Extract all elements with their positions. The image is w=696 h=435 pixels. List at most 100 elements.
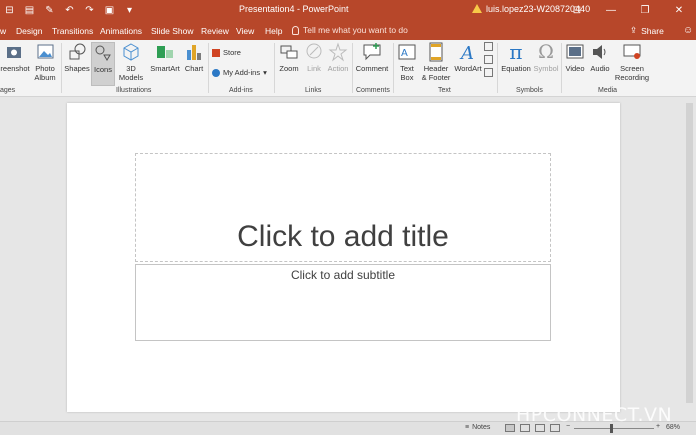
close-icon[interactable]: ✕: [662, 5, 696, 16]
addins-icon: [212, 68, 220, 77]
link-icon: [306, 43, 322, 59]
pi-icon: π: [509, 40, 523, 64]
chevron-down-icon: ▾: [263, 68, 267, 77]
group-media-label: Media: [598, 87, 618, 94]
scrollbar-thumb[interactable]: [686, 103, 693, 403]
feedback-smiley-icon[interactable]: ☺: [683, 25, 693, 36]
redo-icon[interactable]: ↷: [84, 5, 95, 16]
notes-label: Notes: [472, 424, 491, 431]
group-links-label: Links: [305, 87, 322, 94]
wordart-button[interactable]: A WordArt: [454, 42, 482, 86]
save-icon[interactable]: ▤: [24, 5, 35, 16]
slide-workspace: Click to add title Click to add subtitle: [0, 98, 696, 421]
action-icon: [328, 42, 348, 62]
title-bar: ⊟ ▤ ✎ ↶ ↷ ▣ ▾ Presentation4 - PowerPoint…: [0, 0, 696, 20]
slide-number-icon[interactable]: [484, 55, 493, 64]
lightbulb-icon: [292, 25, 299, 35]
normal-view-icon[interactable]: [505, 424, 515, 432]
screen-recording-button[interactable]: Screen Recording: [613, 42, 651, 86]
restore-icon[interactable]: ❐: [628, 5, 662, 16]
group-text-label: Text: [438, 87, 451, 94]
chart-button[interactable]: Chart: [182, 42, 206, 86]
tab-design[interactable]: Design: [16, 26, 42, 36]
photo-album-icon: [37, 44, 54, 59]
zoom-button[interactable]: Zoom: [277, 42, 301, 86]
video-button[interactable]: Video: [563, 42, 587, 86]
group-separator: [208, 43, 209, 93]
photo-album-button[interactable]: Photo Album: [31, 42, 59, 86]
tab-slide-show[interactable]: Slide Show: [151, 26, 194, 36]
screenshot-icon: [7, 47, 21, 58]
group-separator: [393, 43, 394, 93]
vertical-scrollbar[interactable]: [683, 98, 696, 421]
omega-icon: Ω: [538, 41, 554, 63]
undo-icon[interactable]: ↶: [64, 5, 75, 16]
symbol-button[interactable]: Ω Symbol: [533, 42, 559, 86]
present-icon[interactable]: ▣: [104, 5, 115, 16]
customize-icon[interactable]: ▾: [124, 5, 135, 16]
chart-icon: [187, 45, 201, 60]
share-icon: ⇪: [630, 25, 638, 35]
quick-access-toolbar: ⊟ ▤ ✎ ↶ ↷ ▣ ▾: [0, 0, 135, 20]
equation-button[interactable]: π Equation: [499, 42, 533, 86]
tab-transitions[interactable]: Transitions: [52, 26, 93, 36]
object-icon[interactable]: [484, 68, 493, 77]
zoom-icon: [280, 45, 298, 59]
smartart-button[interactable]: SmartArt: [148, 42, 182, 86]
link-button[interactable]: Link: [303, 42, 325, 86]
icons-button[interactable]: Icons: [91, 42, 115, 86]
group-comments-label: Comments: [356, 87, 390, 94]
text-box-icon: A: [398, 44, 416, 60]
tab-view[interactable]: View: [236, 26, 254, 36]
comment-button[interactable]: Comment: [354, 42, 390, 86]
minimize-icon[interactable]: —: [594, 5, 628, 16]
subtitle-placeholder[interactable]: Click to add subtitle: [135, 264, 551, 341]
notes-button[interactable]: ≡ Notes: [465, 424, 490, 431]
pen-icon[interactable]: ✎: [44, 5, 55, 16]
tab-help[interactable]: Help: [265, 26, 282, 36]
notes-icon: ≡: [465, 424, 470, 431]
subtitle-placeholder-text: Click to add subtitle: [290, 268, 396, 282]
group-separator: [497, 43, 498, 93]
zoom-slider[interactable]: [574, 428, 654, 429]
text-box-button[interactable]: A Text Box: [396, 42, 418, 86]
3d-models-button[interactable]: 3D Models: [116, 42, 146, 86]
group-symbols-label: Symbols: [516, 87, 543, 94]
group-separator: [274, 43, 275, 93]
title-placeholder-text: Click to add title: [237, 220, 449, 253]
tab-animations[interactable]: Animations: [100, 26, 142, 36]
wordart-icon: A: [459, 43, 474, 62]
header-footer-button[interactable]: Header & Footer: [419, 42, 453, 86]
tell-me-label: Tell me what you want to do: [303, 25, 408, 35]
audio-button[interactable]: Audio: [588, 42, 612, 86]
warning-icon: [472, 3, 482, 13]
ribbon-display-icon[interactable]: ⊡: [560, 5, 594, 16]
store-button[interactable]: Store: [212, 48, 241, 57]
ribbon-tabs: w Design Transitions Animations Slide Sh…: [0, 20, 696, 40]
icons-icon: [95, 45, 111, 61]
window-title: Presentation4 - PowerPoint: [239, 4, 349, 14]
store-icon: [212, 48, 220, 57]
share-button[interactable]: ⇪ Share: [630, 25, 664, 36]
group-addins-label: Add-ins: [229, 87, 253, 94]
screenshot-button[interactable]: reenshot: [0, 42, 30, 86]
title-placeholder[interactable]: Click to add title: [135, 153, 551, 262]
group-separator: [61, 43, 62, 93]
ribbon: reenshot Photo Album ages Shapes Icons 3…: [0, 40, 696, 97]
shapes-button[interactable]: Shapes: [64, 42, 90, 86]
date-time-icon[interactable]: [484, 42, 493, 51]
window-controls: ⊡ — ❐ ✕: [560, 0, 696, 20]
action-button[interactable]: Action: [326, 42, 350, 86]
slideshow-icon[interactable]: ⊟: [4, 5, 15, 16]
comment-icon: [363, 43, 381, 61]
group-illustrations-label: Illustrations: [116, 87, 152, 94]
smartart-icon: [157, 46, 173, 58]
my-addins-button[interactable]: My Add-ins ▾: [212, 68, 267, 77]
share-label: Share: [641, 25, 664, 36]
svg-text:A: A: [459, 43, 474, 62]
tab-view-partial[interactable]: w: [0, 26, 6, 36]
slide-canvas[interactable]: Click to add title Click to add subtitle: [67, 103, 620, 412]
screen-recording-icon: [623, 44, 641, 59]
tell-me-search[interactable]: Tell me what you want to do: [292, 25, 408, 35]
tab-review[interactable]: Review: [201, 26, 229, 36]
